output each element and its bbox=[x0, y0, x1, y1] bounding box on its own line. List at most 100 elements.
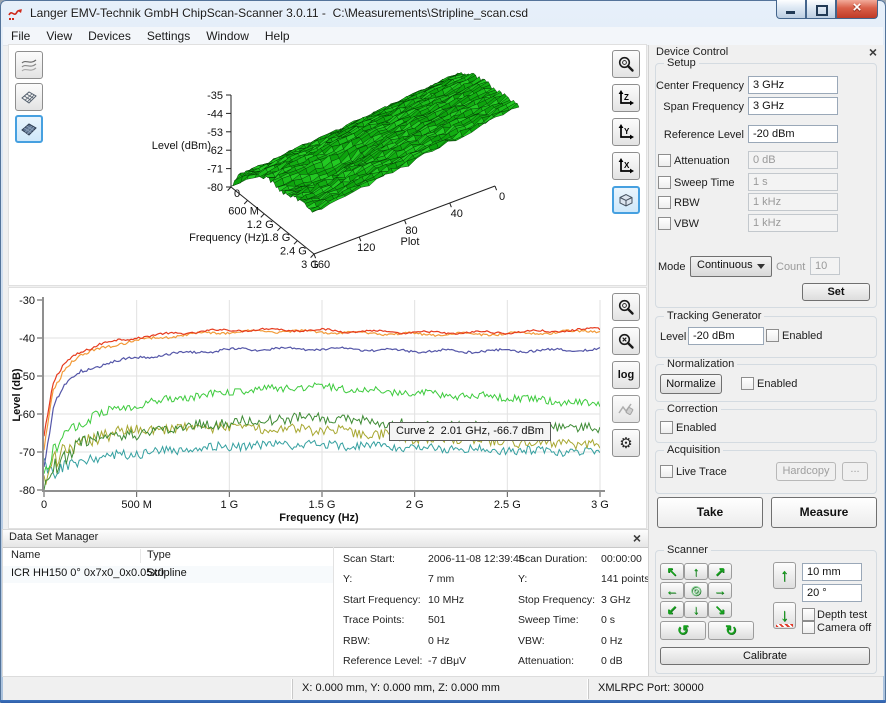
view-curves-button[interactable] bbox=[15, 51, 43, 79]
set-button[interactable]: Set bbox=[802, 283, 870, 301]
camera-off-checkbox[interactable] bbox=[802, 621, 815, 634]
cursor-tooltip: Curve 2 2.01 GHz, -66.7 dBm bbox=[389, 422, 551, 441]
menu-file[interactable]: File bbox=[3, 27, 38, 45]
depth-test-checkbox[interactable] bbox=[802, 608, 815, 621]
rbw-checkbox[interactable] bbox=[658, 196, 671, 209]
correction-enabled-label: Enabled bbox=[676, 421, 716, 435]
scanner-angle-input[interactable]: 20 ° bbox=[802, 584, 862, 602]
tick-label: 160 bbox=[312, 259, 330, 271]
marker-icon bbox=[617, 400, 635, 418]
log-scale-button[interactable]: log bbox=[612, 361, 640, 389]
move-down-button[interactable]: ↓ bbox=[684, 601, 708, 618]
scan-info-v1: 501 bbox=[428, 614, 446, 626]
scan-info-v2: 0 dB bbox=[601, 655, 623, 667]
hardcopy-button: Hardcopy bbox=[776, 462, 836, 481]
scan-info-l1: Scan Start: bbox=[343, 553, 395, 565]
scan-info-l2: Y: bbox=[518, 573, 527, 585]
correction-enabled-checkbox[interactable] bbox=[660, 421, 673, 434]
table-row[interactable]: ICR HH150 0° 0x7x0_0x0.05x0Stripline bbox=[3, 566, 333, 583]
column-header-type[interactable]: Type bbox=[147, 549, 171, 561]
probe-up-button[interactable]: ↑ bbox=[773, 562, 796, 589]
move-down-left-button[interactable]: ↙ bbox=[660, 601, 684, 618]
scan-info-l2: Scan Duration: bbox=[518, 553, 587, 565]
menu-window[interactable]: Window bbox=[198, 27, 257, 45]
menu-settings[interactable]: Settings bbox=[139, 27, 198, 45]
rotate-ccw-button[interactable]: ↺ bbox=[660, 621, 706, 640]
menu-devices[interactable]: Devices bbox=[80, 27, 139, 45]
row-name: ICR HH150 0° 0x7x0_0x0.05x0 bbox=[11, 567, 164, 579]
reference-level-input[interactable]: -20 dBm bbox=[748, 125, 838, 143]
view-3d-box-button[interactable] bbox=[612, 186, 640, 214]
acquisition-legend: Acquisition bbox=[664, 444, 723, 456]
live-trace-checkbox[interactable] bbox=[660, 465, 673, 478]
tick-label: 3 G bbox=[591, 499, 609, 511]
move-up-button[interactable]: ↑ bbox=[684, 563, 708, 580]
span-frequency-input[interactable]: 3 GHz bbox=[748, 97, 838, 115]
vbw-label: VBW bbox=[674, 217, 699, 231]
axis-x-icon: X bbox=[617, 157, 635, 175]
move-up-left-button[interactable]: ↖ bbox=[660, 563, 684, 580]
measure-button[interactable]: Measure bbox=[771, 497, 877, 528]
axis-z-button[interactable]: Z bbox=[612, 84, 640, 112]
scanner-step-input[interactable]: 10 mm bbox=[802, 563, 862, 581]
zoom-in-button[interactable] bbox=[612, 293, 640, 321]
row-type: Stripline bbox=[147, 567, 187, 579]
view-surface-button[interactable] bbox=[15, 115, 43, 143]
settings-button[interactable]: ⚙ bbox=[612, 429, 640, 457]
normalization-group: Normalization Normalize Enabled bbox=[655, 364, 877, 402]
tick-label: -80 bbox=[19, 485, 35, 497]
move-right-button[interactable]: → bbox=[708, 582, 732, 599]
axis-x-button[interactable]: X bbox=[612, 152, 640, 180]
move-up-right-button[interactable]: ↗ bbox=[708, 563, 732, 580]
normalization-enabled-checkbox[interactable] bbox=[741, 377, 754, 390]
surface-curves-icon bbox=[20, 56, 38, 74]
mode-dropdown[interactable]: Continuous bbox=[690, 256, 772, 277]
menu-help[interactable]: Help bbox=[257, 27, 298, 45]
sweep-time-input: 1 s bbox=[748, 173, 838, 191]
zoom-out-button[interactable] bbox=[612, 327, 640, 355]
column-separator[interactable] bbox=[140, 549, 141, 563]
svg-text:X: X bbox=[624, 161, 630, 170]
svg-text:Y: Y bbox=[624, 127, 630, 136]
center-frequency-input[interactable]: 3 GHz bbox=[748, 76, 838, 94]
dsm-close-icon[interactable]: × bbox=[633, 530, 641, 546]
tick-label: -35 bbox=[207, 90, 223, 102]
tick-label: 2.4 G bbox=[280, 246, 307, 258]
span-frequency-label: Span Frequency bbox=[656, 100, 744, 114]
take-button[interactable]: Take bbox=[657, 497, 763, 528]
move-left-button[interactable]: ← bbox=[660, 582, 684, 599]
maximize-button[interactable] bbox=[806, 0, 836, 19]
hardcopy-more-button: ... bbox=[842, 462, 868, 481]
scan-info-v2: 141 points bbox=[601, 573, 648, 585]
sweep-time-checkbox[interactable] bbox=[658, 176, 671, 189]
tracking-enabled-checkbox[interactable] bbox=[766, 329, 779, 342]
column-header-name[interactable]: Name bbox=[11, 549, 40, 561]
zoom-button[interactable] bbox=[612, 50, 640, 78]
menu-view[interactable]: View bbox=[38, 27, 80, 45]
vbw-checkbox[interactable] bbox=[658, 217, 671, 230]
rotate-cw-button[interactable]: ↻ bbox=[708, 621, 754, 640]
close-button[interactable] bbox=[836, 0, 878, 19]
marker-button[interactable] bbox=[612, 395, 640, 423]
plot2d-canvas[interactable]: -30-40-50-60-70-800500 M1 G1.5 G2 G2.5 G… bbox=[9, 288, 646, 528]
status-bar: X: 0.000 mm, Y: 0.000 mm, Z: 0.000 mm XM… bbox=[3, 676, 883, 701]
plot3d-canvas[interactable]: -35-44-53-62-71-80Level (dBm)0600 M1.2 G… bbox=[9, 45, 646, 285]
move-down-right-button[interactable]: ↘ bbox=[708, 601, 732, 618]
dsm-title: Data Set Manager bbox=[9, 531, 98, 543]
view-wireframe-button[interactable] bbox=[15, 83, 43, 111]
app-window: Langer EMV-Technik GmbH ChipScan-Scanner… bbox=[0, 0, 886, 703]
minimize-button[interactable] bbox=[776, 0, 806, 19]
vbw-input: 1 kHz bbox=[748, 214, 838, 232]
attenuation-checkbox[interactable] bbox=[658, 154, 671, 167]
home-button[interactable]: ◎ bbox=[684, 582, 708, 599]
tracking-level-input[interactable]: -20 dBm bbox=[688, 327, 764, 345]
count-label: Count bbox=[776, 260, 805, 274]
camera-off-label: Camera off bbox=[817, 621, 871, 635]
z-axis-label: Level (dBm) bbox=[152, 140, 211, 152]
device-control-close-icon[interactable]: × bbox=[869, 44, 877, 60]
probe-down-button[interactable]: ↓ bbox=[773, 602, 796, 629]
normalize-button[interactable]: Normalize bbox=[660, 374, 722, 394]
axis-y-button[interactable]: Y bbox=[612, 118, 640, 146]
scan-info-l1: Start Frequency: bbox=[343, 594, 421, 606]
calibrate-button[interactable]: Calibrate bbox=[660, 647, 870, 665]
